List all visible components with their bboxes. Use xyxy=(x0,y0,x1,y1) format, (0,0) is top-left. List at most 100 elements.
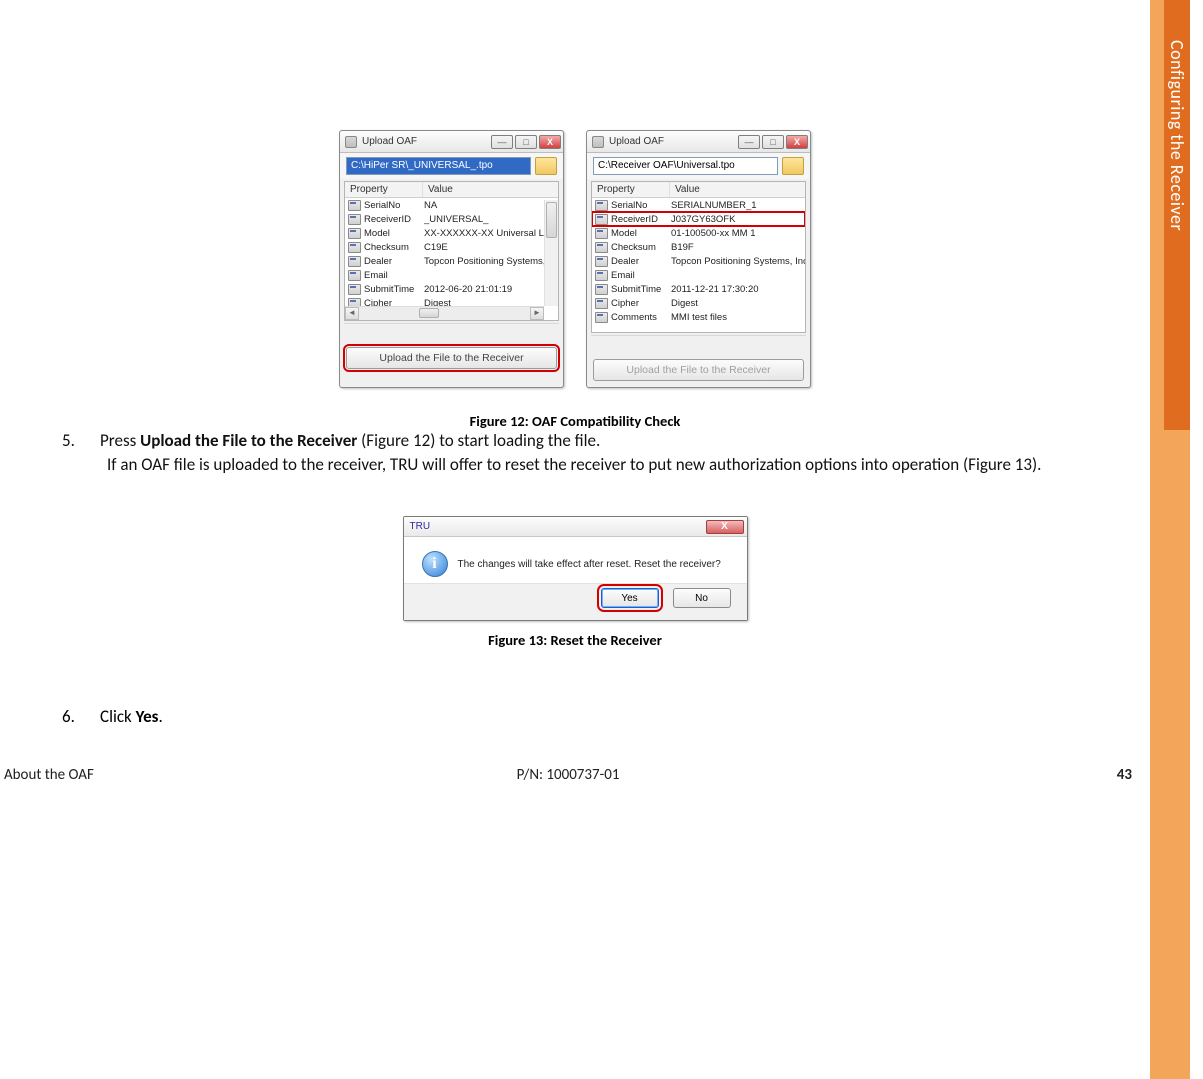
horizontal-scrollbar[interactable]: ◄► xyxy=(345,306,544,320)
property-name: Checksum xyxy=(364,242,424,253)
app-icon xyxy=(345,136,357,148)
property-row[interactable]: ChecksumB19F xyxy=(592,240,805,254)
property-row[interactable]: Email xyxy=(592,268,805,282)
property-icon xyxy=(595,270,608,281)
dialog-message: The changes will take effect after reset… xyxy=(458,559,721,570)
window-title: Upload OAF xyxy=(609,136,736,147)
side-tab: Configuring the Receiver xyxy=(1164,0,1190,430)
app-icon xyxy=(592,136,604,148)
property-name: Email xyxy=(364,270,424,281)
yes-button[interactable]: Yes xyxy=(601,588,659,608)
upload-file-button[interactable]: Upload the File to the Receiver xyxy=(346,347,557,369)
property-icon xyxy=(595,214,608,225)
property-name: SubmitTime xyxy=(611,284,671,295)
close-button[interactable]: X xyxy=(786,135,808,149)
step-6-text: 6.Click Yes. xyxy=(62,706,163,727)
property-icon xyxy=(348,200,361,211)
step-number: 6. xyxy=(62,706,100,727)
property-row[interactable]: ChecksumC19E xyxy=(345,240,558,254)
property-value: J037GY63OFK xyxy=(671,214,805,225)
property-icon xyxy=(595,228,608,239)
figure-13-caption: Figure 13: Reset the Receiver xyxy=(0,631,1150,649)
side-tab-label: Configuring the Receiver xyxy=(1166,0,1188,231)
property-icon xyxy=(348,270,361,281)
property-icon xyxy=(595,298,608,309)
column-header-property[interactable]: Property xyxy=(345,182,423,197)
property-name: Checksum xyxy=(611,242,671,253)
property-value: SERIALNUMBER_1 xyxy=(671,200,805,211)
property-name: ReceiverID xyxy=(364,214,424,225)
property-row[interactable]: DealerTopcon Positioning Systems, Inc. xyxy=(592,254,805,268)
property-value: XX-XXXXXX-XX Universal Legacy xyxy=(424,228,558,239)
property-row[interactable]: ModelXX-XXXXXX-XX Universal Legacy xyxy=(345,226,558,240)
upload-oaf-window-right: Upload OAF — □ X C:\Receiver OAF\Univers… xyxy=(586,130,811,388)
figure-12-caption: Figure 12: OAF Compatibility Check xyxy=(0,412,1150,430)
footer-left: About the OAF xyxy=(0,766,380,784)
figure-12-container: Upload OAF — □ X C:\HiPer SR\_UNIVERSAL_… xyxy=(0,130,1150,388)
vertical-scrollbar[interactable] xyxy=(544,200,558,306)
upload-file-button[interactable]: Upload the File to the Receiver xyxy=(593,359,804,381)
property-icon xyxy=(595,256,608,267)
minimize-button[interactable]: — xyxy=(491,135,513,149)
property-row[interactable]: SerialNoSERIALNUMBER_1 xyxy=(592,198,805,212)
property-name: ReceiverID xyxy=(611,214,671,225)
upload-oaf-window-left: Upload OAF — □ X C:\HiPer SR\_UNIVERSAL_… xyxy=(339,130,564,388)
property-value: C19E xyxy=(424,242,558,253)
property-name: SerialNo xyxy=(611,200,671,211)
property-list: Property Value SerialNoNAReceiverID_UNIV… xyxy=(344,181,559,321)
no-button[interactable]: No xyxy=(673,588,731,608)
minimize-button[interactable]: — xyxy=(738,135,760,149)
dialog-close-button[interactable]: X xyxy=(706,520,744,534)
property-icon xyxy=(348,214,361,225)
close-button[interactable]: X xyxy=(539,135,561,149)
figure-13-container: TRU X i The changes will take effect aft… xyxy=(0,516,1150,649)
file-path-input[interactable]: C:\HiPer SR\_UNIVERSAL_.tpo xyxy=(346,157,531,175)
property-value: 2012-06-20 21:01:19 xyxy=(424,284,558,295)
property-value: _UNIVERSAL_ xyxy=(424,214,558,225)
property-row[interactable]: ReceiverIDJ037GY63OFK xyxy=(592,212,805,226)
column-header-value[interactable]: Value xyxy=(670,182,805,197)
info-icon: i xyxy=(422,551,448,577)
browse-folder-icon[interactable] xyxy=(782,157,804,175)
property-name: Model xyxy=(364,228,424,239)
titlebar: Upload OAF — □ X xyxy=(587,131,810,153)
property-row[interactable]: Email xyxy=(345,268,558,282)
property-icon xyxy=(595,200,608,211)
step-number: 5. xyxy=(62,430,100,452)
file-path-input[interactable]: C:\Receiver OAF\Universal.tpo xyxy=(593,157,778,175)
property-name: SubmitTime xyxy=(364,284,424,295)
step-5-continuation: If an OAF file is uploaded to the receiv… xyxy=(107,454,1137,476)
maximize-button[interactable]: □ xyxy=(762,135,784,149)
property-icon xyxy=(348,242,361,253)
property-row[interactable]: DealerTopcon Positioning Systems, Inc. xyxy=(345,254,558,268)
maximize-button[interactable]: □ xyxy=(515,135,537,149)
property-value: Digest xyxy=(671,298,805,309)
property-name: Dealer xyxy=(611,256,671,267)
property-name: Comments xyxy=(611,312,671,323)
property-name: SerialNo xyxy=(364,200,424,211)
property-value: MMI test files xyxy=(671,312,805,323)
column-header-property[interactable]: Property xyxy=(592,182,670,197)
property-row[interactable]: SubmitTime2012-06-20 21:01:19 xyxy=(345,282,558,296)
property-row[interactable]: CommentsMMI test files xyxy=(592,310,805,324)
property-row[interactable]: SubmitTime2011-12-21 17:30:20 xyxy=(592,282,805,296)
property-value: Topcon Positioning Systems, Inc. xyxy=(424,256,558,267)
browse-folder-icon[interactable] xyxy=(535,157,557,175)
property-icon xyxy=(348,284,361,295)
property-row[interactable]: SerialNoNA xyxy=(345,198,558,212)
property-name: Dealer xyxy=(364,256,424,267)
property-row[interactable]: ReceiverID_UNIVERSAL_ xyxy=(345,212,558,226)
property-value: 01-100500-xx MM 1 xyxy=(671,228,805,239)
property-name: Email xyxy=(611,270,671,281)
property-name: Cipher xyxy=(611,298,671,309)
footer-center: P/N: 1000737-01 xyxy=(380,766,756,784)
footer-right: 43 xyxy=(756,766,1150,784)
column-header-value[interactable]: Value xyxy=(423,182,558,197)
titlebar: Upload OAF — □ X xyxy=(340,131,563,153)
property-value: B19F xyxy=(671,242,805,253)
property-row[interactable]: Model01-100500-xx MM 1 xyxy=(592,226,805,240)
property-icon xyxy=(595,284,608,295)
dialog-title: TRU xyxy=(410,521,431,532)
property-icon xyxy=(595,312,608,323)
property-row[interactable]: CipherDigest xyxy=(592,296,805,310)
